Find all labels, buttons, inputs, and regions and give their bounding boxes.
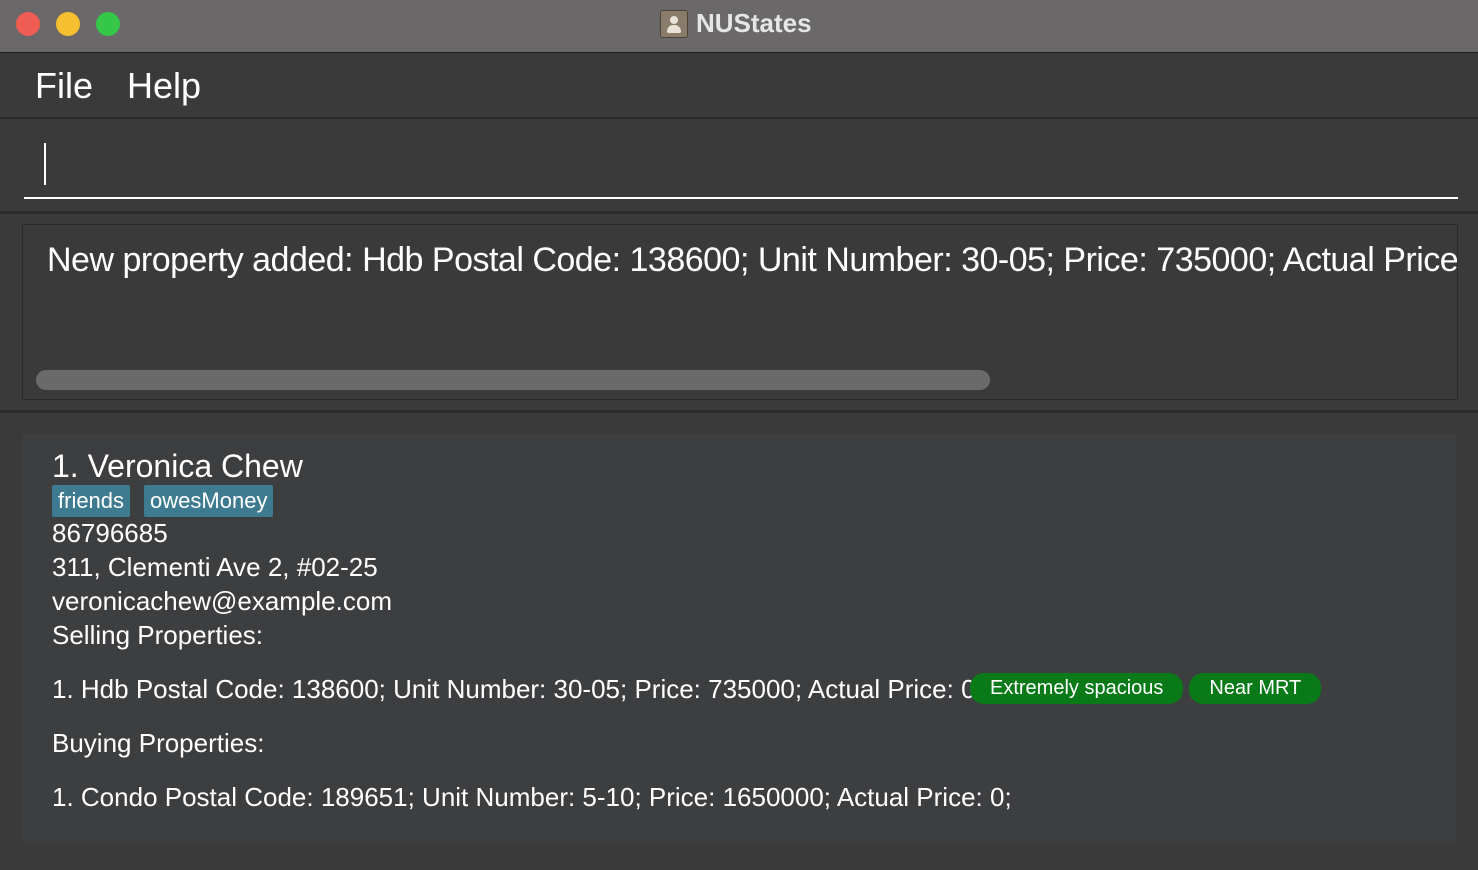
command-input[interactable] [24,133,1458,199]
app-icon-torso [667,25,681,33]
horizontal-scrollbar[interactable] [36,370,990,390]
text-caret [44,143,46,185]
tag-owesmoney: owesMoney [144,485,274,517]
property-tag-near-mrt: Near MRT [1189,673,1322,704]
result-message: New property added: Hdb Postal Code: 138… [47,241,1458,279]
person-tags: friends owesMoney [52,485,274,517]
window-title: NUStates [696,8,812,38]
contact-book-icon [660,10,688,38]
app-icon-head [670,16,678,24]
menu-help[interactable]: Help [127,65,201,107]
property-tag-extremely-spacious: Extremely spacious [970,673,1184,704]
menu-file[interactable]: File [35,65,93,107]
result-display-panel: New property added: Hdb Postal Code: 138… [0,214,1478,413]
person-email: veronicachew@example.com [52,586,392,616]
person-name: 1. Veronica Chew [52,448,303,484]
property-tags: Extremely spacious Near MRT [970,673,1322,704]
command-box-panel [0,119,1478,214]
title-bar: NUStates [0,0,1478,53]
maximize-window-button[interactable] [96,12,120,36]
person-phone: 86796685 [52,518,168,548]
result-display[interactable]: New property added: Hdb Postal Code: 138… [22,224,1458,400]
minimize-window-button[interactable] [56,12,80,36]
close-window-button[interactable] [16,12,40,36]
person-address: 311, Clementi Ave 2, #02-25 [52,552,378,582]
selling-properties-label: Selling Properties: [52,620,263,650]
person-list-panel: 1. Veronica Chew friends owesMoney 86796… [0,413,1478,870]
selling-property-item: 1. Hdb Postal Code: 138600; Unit Number:… [52,674,983,704]
person-card[interactable]: 1. Veronica Chew friends owesMoney 86796… [22,434,1456,843]
buying-property-item: 1. Condo Postal Code: 189651; Unit Numbe… [52,782,1012,812]
menu-bar: File Help [0,53,1478,119]
buying-properties-label: Buying Properties: [52,728,265,758]
tag-friends: friends [52,485,131,517]
